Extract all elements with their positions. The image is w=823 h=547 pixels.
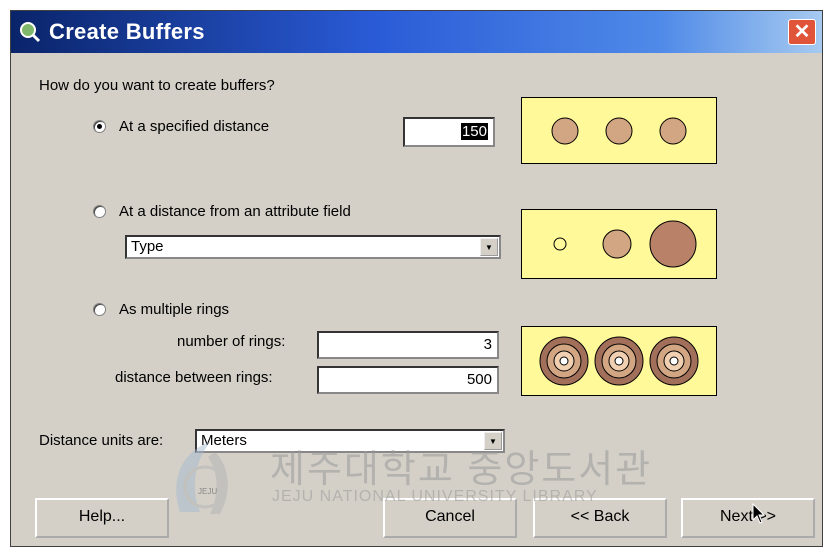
close-icon: ✕ (793, 21, 811, 43)
preview-attribute-field (521, 209, 717, 279)
preview-specified-distance (521, 97, 717, 164)
preview-multiple-rings (521, 326, 717, 396)
units-value: Meters (201, 432, 247, 449)
close-button[interactable]: ✕ (788, 19, 816, 45)
option-attribute-field-label: At a distance from an attribute field (119, 203, 351, 220)
radio-specified-distance[interactable] (93, 120, 106, 133)
mouse-cursor-icon (752, 503, 766, 524)
help-button[interactable]: Help... (35, 498, 169, 538)
radio-dot (97, 124, 102, 129)
chevron-down-icon[interactable]: ▼ (484, 432, 502, 450)
ring-distance-value: 500 (466, 371, 492, 388)
distance-value: 150 (460, 123, 488, 140)
option-multiple-rings-label: As multiple rings (119, 301, 230, 318)
units-select[interactable]: Meters ▼ (195, 429, 505, 453)
preview-varied-circles (553, 220, 697, 268)
distance-input[interactable]: 150 (403, 117, 495, 147)
back-button[interactable]: << Back (533, 498, 667, 538)
ring-distance-label: distance between rings: (115, 369, 273, 386)
preview-ring-circles (539, 336, 699, 386)
radio-multiple-rings[interactable] (93, 303, 106, 316)
create-buffers-dialog: Create Buffers ✕ How do you want to crea… (10, 10, 823, 547)
preview-equal-circles (551, 117, 687, 145)
units-label: Distance units are: (39, 432, 164, 449)
attribute-field-select[interactable]: Type ▼ (125, 235, 501, 259)
window-title: Create Buffers (49, 19, 205, 44)
rings-count-value: 3 (483, 336, 492, 353)
radio-attribute-field[interactable] (93, 205, 106, 218)
rings-count-label: number of rings: (177, 333, 286, 350)
chevron-down-icon[interactable]: ▼ (480, 238, 498, 256)
cancel-button[interactable]: Cancel (383, 498, 517, 538)
ring-distance-input[interactable]: 500 (317, 366, 499, 394)
rings-count-input[interactable]: 3 (317, 331, 499, 359)
magnifier-globe-icon (20, 22, 41, 43)
attribute-field-value: Type (131, 238, 164, 255)
next-button[interactable]: Next >> (681, 498, 815, 538)
question-label: How do you want to create buffers? (39, 77, 275, 94)
title-bar: Create Buffers ✕ (11, 11, 822, 53)
option-specified-distance-label: At a specified distance (119, 118, 270, 135)
